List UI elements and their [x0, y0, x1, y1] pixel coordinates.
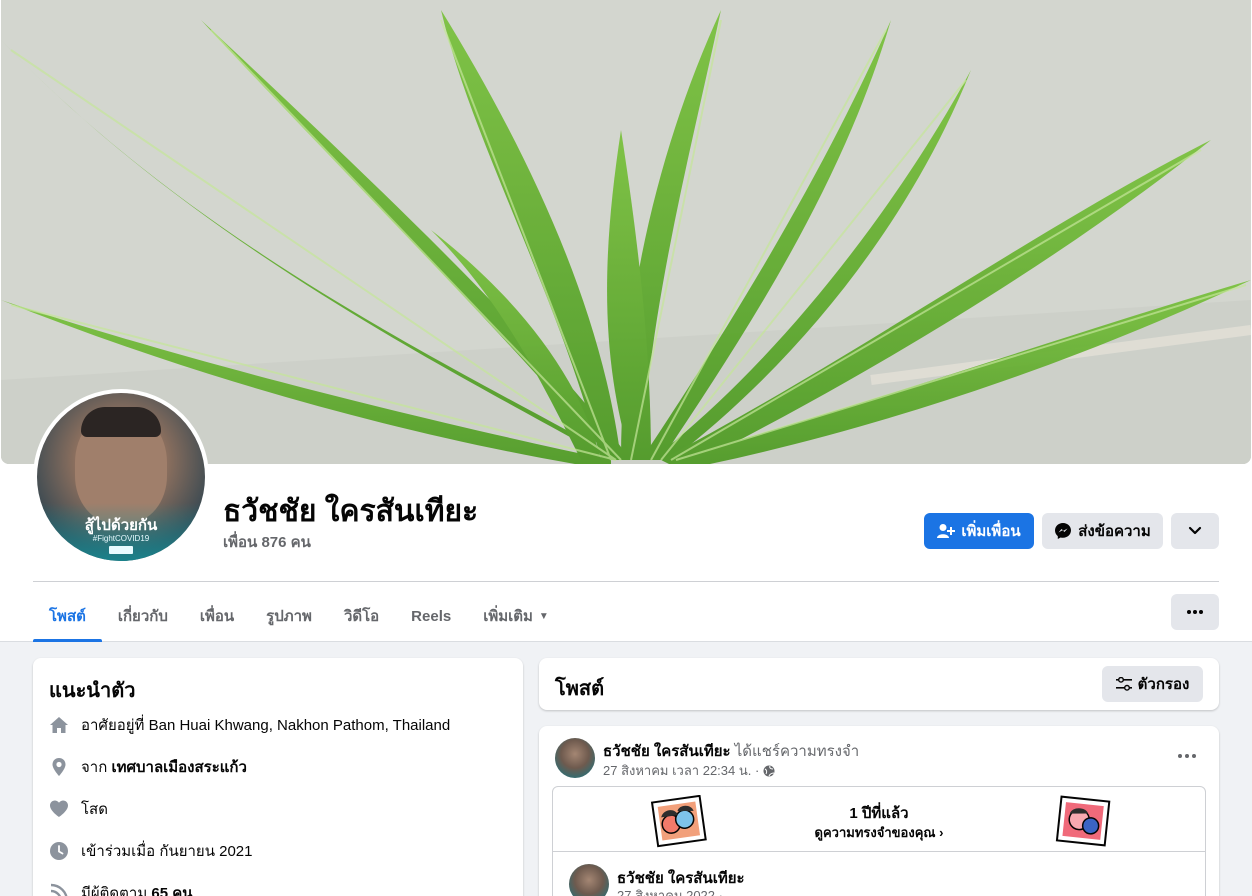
posts-header-card: โพสต์ ตัวกรอง: [539, 658, 1219, 710]
followers-prefix: มีผู้ติดตาม: [81, 885, 152, 896]
add-friend-icon: [937, 524, 956, 538]
from-prefix: จาก: [81, 759, 112, 776]
send-message-button[interactable]: ส่งข้อความ: [1042, 513, 1163, 549]
shared-post-avatar[interactable]: [569, 864, 609, 896]
intro-joined: เข้าร่วมเมื่อ กันยายน 2021: [49, 839, 253, 863]
intro-followers: มีผู้ติดตาม 65 คน: [49, 881, 193, 896]
header-divider: [33, 581, 1219, 582]
posts-title: โพสต์: [555, 678, 605, 700]
tab-about-label: เกี่ยวกับ: [117, 608, 168, 625]
globe-public-icon: [763, 765, 775, 776]
profile-header: สู้ไปด้วยกัน #FightCOVID19 ธวัชชัย ใครสั…: [0, 0, 1252, 642]
from-place[interactable]: เทศบาลเมืองสระแก้ว: [111, 759, 246, 776]
messenger-icon: [1055, 523, 1072, 539]
tab-friends-label: เพื่อน: [199, 608, 235, 625]
intro-relationship: โสด: [49, 797, 108, 821]
tab-posts[interactable]: โพสต์: [33, 590, 102, 642]
intro-from: จาก เทศบาลเมืองสระแก้ว: [49, 755, 247, 779]
more-horizontal-icon: [1187, 610, 1203, 614]
tab-videos-label: วิดีโอ: [343, 608, 380, 625]
chevron-right-icon: ›: [939, 825, 944, 840]
profile-options-button[interactable]: [1171, 513, 1219, 549]
filter-label: ตัวกรอง: [1137, 676, 1190, 693]
tabs-overflow-button[interactable]: [1171, 594, 1219, 630]
lives-prefix: อาศัยอยู่ที่: [81, 717, 149, 734]
cover-photo[interactable]: [1, 0, 1251, 464]
intro-title: แนะนำตัว: [49, 680, 136, 702]
intro-lives-in: อาศัยอยู่ที่ Ban Huai Khwang, Nakhon Pat…: [49, 713, 450, 737]
tab-reels[interactable]: Reels: [395, 590, 467, 642]
avatar-frame-logo: [109, 546, 133, 554]
shared-post-time[interactable]: 27 สิงหาคม 2022 ·: [617, 885, 723, 896]
cover-leaves-illustration: [1, 0, 1251, 464]
memory-link-label: ดูความทรงจำของคุณ: [814, 825, 936, 840]
tab-posts-label: โพสต์: [49, 608, 86, 625]
tab-about[interactable]: เกี่ยวกับ: [102, 590, 184, 642]
caret-down-icon: ▼: [538, 610, 549, 622]
tab-photos-label: รูปภาพ: [266, 608, 312, 625]
avatar-frame-hashtag: #FightCOVID19: [92, 534, 150, 543]
profile-picture[interactable]: สู้ไปด้วยกัน #FightCOVID19: [33, 389, 209, 565]
tab-photos[interactable]: รูปภาพ: [250, 590, 328, 642]
memory-illustration-right-icon: [1055, 795, 1111, 847]
relationship-status: โสด: [81, 801, 108, 818]
post-action-text: ได้แชร์ความทรงจำ: [730, 743, 860, 760]
tab-reels-label: Reels: [411, 607, 452, 625]
post-card: ธวัชชัย ใครสันเทียะ ได้แชร์ความทรงจำ 27 …: [539, 726, 1219, 896]
post-author-name[interactable]: ธวัชชัย ใครสันเทียะ: [603, 743, 731, 760]
post-time-text[interactable]: 27 สิงหาคม เวลา 22:34 น. ·: [603, 760, 759, 781]
intro-card: แนะนำตัว อาศัยอยู่ที่ Ban Huai Khwang, N…: [33, 658, 523, 896]
clock-icon: [49, 841, 69, 861]
heart-icon: [49, 799, 69, 819]
rss-followers-icon: [49, 883, 69, 896]
tab-videos[interactable]: วิดีโอ: [328, 590, 395, 642]
followers-count[interactable]: 65 คน: [151, 885, 192, 896]
avatar-hair: [81, 407, 161, 437]
lives-place[interactable]: Ban Huai Khwang, Nakhon Pathom, Thailand: [149, 717, 451, 734]
add-friend-label: เพิ่มเพื่อน: [961, 523, 1021, 540]
friend-count[interactable]: เพื่อน 876 คน: [223, 530, 311, 554]
memory-banner: 1 ปีที่แล้ว ดูความทรงจำของคุณ ›: [553, 787, 1205, 852]
post-timestamp: 27 สิงหาคม เวลา 22:34 น. ·: [603, 760, 775, 781]
location-pin-icon: [49, 757, 69, 777]
tab-more[interactable]: เพิ่มเติม ▼: [467, 590, 565, 642]
post-author-avatar[interactable]: [555, 738, 595, 778]
avatar: สู้ไปด้วยกัน #FightCOVID19: [37, 393, 205, 561]
profile-name: ธวัชชัย ใครสันเทียะ: [223, 495, 479, 528]
memory-attachment[interactable]: 1 ปีที่แล้ว ดูความทรงจำของคุณ › ธวัชชัย …: [552, 786, 1206, 896]
filter-button[interactable]: ตัวกรอง: [1102, 666, 1203, 702]
add-friend-button[interactable]: เพิ่มเพื่อน: [924, 513, 1034, 549]
profile-tabs: โพสต์ เกี่ยวกับ เพื่อน รูปภาพ วิดีโอ Ree…: [33, 590, 565, 642]
tab-more-label: เพิ่มเติม: [483, 608, 533, 625]
post-options-button[interactable]: [1175, 746, 1199, 766]
filter-sliders-icon: [1115, 677, 1132, 691]
send-message-label: ส่งข้อความ: [1078, 523, 1151, 540]
more-horizontal-icon: [1178, 754, 1196, 758]
chevron-down-icon: [1188, 526, 1202, 535]
joined-date: เข้าร่วมเมื่อ กันยายน 2021: [81, 843, 253, 860]
home-icon: [49, 715, 69, 735]
tab-friends[interactable]: เพื่อน: [184, 590, 250, 642]
